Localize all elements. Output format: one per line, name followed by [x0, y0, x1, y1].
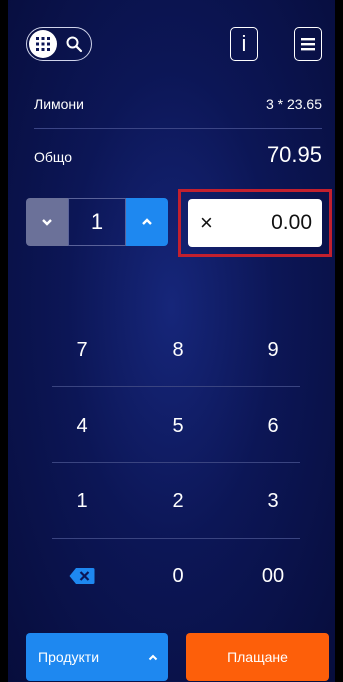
keypad-divider: [52, 538, 300, 539]
key-2[interactable]: 2: [138, 481, 218, 521]
key-5[interactable]: 5: [138, 406, 218, 446]
quantity-value[interactable]: 1: [68, 198, 126, 246]
discount-field[interactable]: × 0.00: [188, 199, 322, 247]
menu-button[interactable]: [294, 27, 322, 61]
key-00[interactable]: 00: [233, 556, 313, 596]
products-label: Продукти: [38, 649, 100, 665]
pay-button[interactable]: Плащане: [186, 633, 329, 681]
total-label: Общо: [34, 149, 73, 165]
quantity-increase-button[interactable]: [126, 198, 168, 246]
quantity-stepper: 1: [26, 198, 168, 246]
chevron-up-icon: [148, 654, 158, 660]
key-9[interactable]: 9: [233, 330, 313, 370]
keypad-search-toggle[interactable]: [26, 27, 92, 61]
item-name: Лимони: [34, 96, 84, 112]
discount-highlight: × 0.00: [178, 189, 332, 257]
chevron-up-icon: [142, 218, 152, 225]
products-button[interactable]: Продукти: [26, 633, 168, 681]
key-1[interactable]: 1: [42, 481, 122, 521]
pay-label: Плащане: [227, 649, 288, 665]
key-3[interactable]: 3: [233, 481, 313, 521]
info-label: i: [241, 31, 247, 56]
keypad-icon[interactable]: [29, 30, 57, 58]
info-button[interactable]: i: [230, 27, 258, 61]
quantity-decrease-button[interactable]: [26, 198, 68, 246]
pos-screen: i Лимони 3 * 23.65 Общо 70.95 1 × 0.00 7…: [8, 0, 335, 682]
hamburger-icon: [301, 38, 315, 51]
backspace-icon: [69, 568, 95, 584]
backspace-key[interactable]: [42, 556, 122, 596]
item-detail: 3 * 23.65: [265, 96, 322, 112]
key-7[interactable]: 7: [42, 330, 122, 370]
multiply-icon: ×: [200, 210, 213, 235]
key-0[interactable]: 0: [138, 556, 218, 596]
total-row: Общо 70.95: [34, 142, 322, 168]
item-row: Лимони 3 * 23.65: [34, 96, 322, 129]
key-8[interactable]: 8: [138, 330, 218, 370]
total-value: 70.95: [266, 142, 322, 167]
search-icon[interactable]: [65, 35, 83, 58]
chevron-down-icon: [42, 219, 52, 226]
discount-value: 0.00: [271, 211, 312, 234]
keypad-divider: [52, 386, 300, 387]
keypad-divider: [52, 462, 300, 463]
key-4[interactable]: 4: [42, 406, 122, 446]
key-6[interactable]: 6: [233, 406, 313, 446]
